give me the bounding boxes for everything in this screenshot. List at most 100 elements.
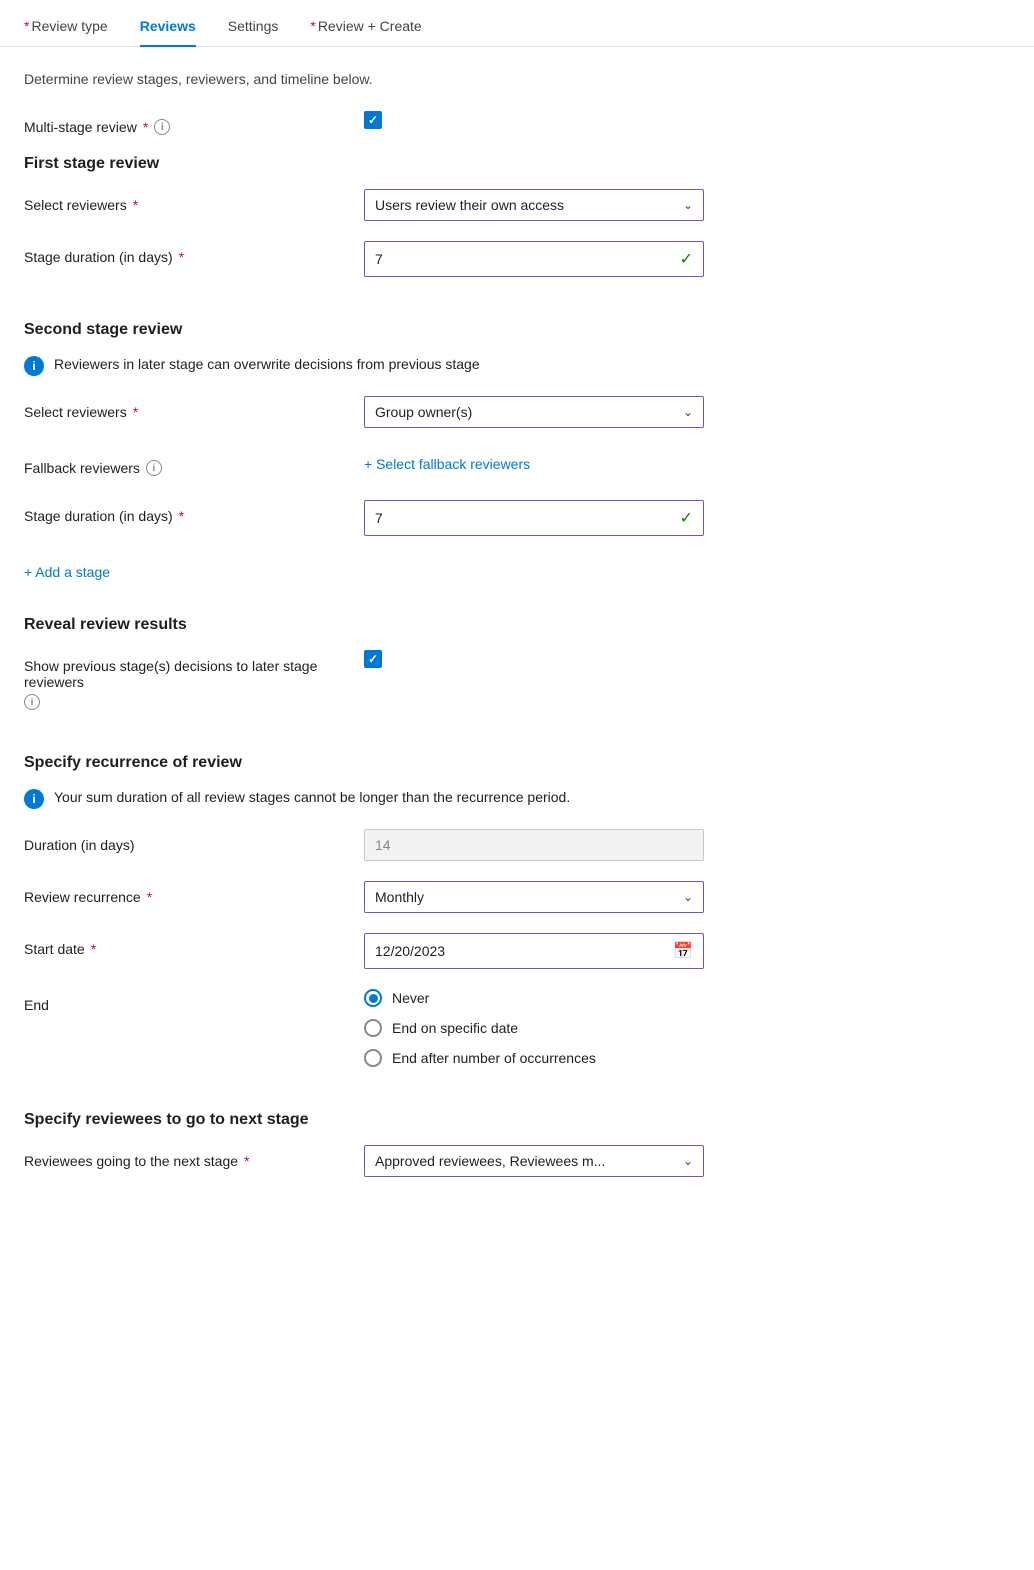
end-specific-date-option[interactable]: End on specific date [364,1019,1010,1037]
recurrence-required: * [147,889,152,905]
second-stage-duration-input[interactable]: 7 ✓ [364,500,704,536]
second-stage-duration-required: * [179,508,184,524]
second-stage-info-text: Reviewers in later stage can overwrite d… [54,355,480,375]
chevron-down-icon: ⌄ [683,198,693,212]
fallback-reviewers-label: Fallback reviewers i [24,452,364,476]
reveal-results-label: Show previous stage(s) decisions to late… [24,650,364,710]
duration-control: 14 [364,829,1010,861]
duration-input: 14 [364,829,704,861]
reviewees-section: Specify reviewees to go to next stage Re… [24,1111,1010,1177]
start-date-field[interactable] [375,943,673,959]
end-specific-date-radio[interactable] [364,1019,382,1037]
reviewees-control: Approved reviewees, Reviewees m... ⌄ [364,1145,1010,1177]
add-stage-button[interactable]: + Add a stage [24,556,110,588]
reveal-results-row: Show previous stage(s) decisions to late… [24,650,1010,710]
tab-review-type[interactable]: *Review type [24,18,108,46]
end-radio-group: Never End on specific date End after num… [364,989,1010,1067]
recurrence-label: Review recurrence * [24,881,364,905]
multistage-checkbox[interactable] [364,111,382,129]
fallback-info-icon[interactable]: i [146,460,162,476]
multistage-label: Multi-stage review * i [24,111,364,135]
reviewees-row: Reviewees going to the next stage * Appr… [24,1145,1010,1177]
second-stage-heading: Second stage review [24,321,1010,339]
first-stage-reviewers-required: * [133,197,138,213]
recurrence-info-icon: i [24,789,44,809]
fallback-reviewers-control: + Select fallback reviewers [364,448,1010,480]
reviewees-heading: Specify reviewees to go to next stage [24,1111,1010,1129]
second-stage-info-banner: i Reviewers in later stage can overwrite… [24,355,1010,376]
second-stage-reviewers-select[interactable]: Group owner(s) ⌄ [364,396,704,428]
required-star: * [24,18,29,34]
start-date-label: Start date * [24,933,364,957]
end-occurrences-label: End after number of occurrences [392,1050,596,1066]
start-date-row: Start date * 📅 [24,933,1010,969]
recurrence-section: Specify recurrence of review i Your sum … [24,754,1010,1067]
end-occurrences-option[interactable]: End after number of occurrences [364,1049,1010,1067]
recurrence-info-text: Your sum duration of all review stages c… [54,788,570,808]
end-never-label: Never [392,990,429,1006]
first-stage-duration-row: Stage duration (in days) * 7 ✓ [24,241,1010,277]
first-stage-duration-required: * [179,249,184,265]
duration-label: Duration (in days) [24,829,364,853]
reveal-results-heading: Reveal review results [24,616,1010,634]
second-stage-reviewers-required: * [133,404,138,420]
duration-row: Duration (in days) 14 [24,829,1010,861]
second-stage-duration-control: 7 ✓ [364,500,1010,536]
check-icon-2: ✓ [680,508,693,528]
first-stage-reviewers-row: Select reviewers * Users review their ow… [24,189,1010,221]
nav-tabs: *Review type Reviews Settings *Review + … [0,0,1034,47]
chevron-down-icon-3: ⌄ [683,890,693,904]
first-stage-duration-label: Stage duration (in days) * [24,241,364,265]
fallback-reviewers-row: Fallback reviewers i + Select fallback r… [24,448,1010,480]
second-stage-reviewers-control: Group owner(s) ⌄ [364,396,1010,428]
page-subtitle: Determine review stages, reviewers, and … [24,71,1010,87]
start-date-input[interactable]: 📅 [364,933,704,969]
end-row: End Never End on specific date End after… [24,989,1010,1067]
multistage-row: Multi-stage review * i [24,111,1010,135]
multistage-required-star: * [143,119,148,135]
end-options: Never End on specific date End after num… [364,989,1010,1067]
start-date-required: * [91,941,96,957]
multistage-checkbox-wrap [364,111,1010,129]
first-stage-reviewers-control: Users review their own access ⌄ [364,189,1010,221]
end-label: End [24,989,364,1013]
recurrence-select[interactable]: Monthly ⌄ [364,881,704,913]
second-stage-section: Second stage review i Reviewers in later… [24,321,1010,588]
second-stage-reviewers-row: Select reviewers * Group owner(s) ⌄ [24,396,1010,428]
recurrence-info-banner: i Your sum duration of all review stages… [24,788,1010,809]
tab-review-create[interactable]: *Review + Create [310,18,421,46]
info-circle-icon: i [24,356,44,376]
reveal-results-checkbox[interactable] [364,650,382,668]
first-stage-reviewers-select[interactable]: Users review their own access ⌄ [364,189,704,221]
reveal-results-label-text: Show previous stage(s) decisions to late… [24,658,364,690]
first-stage-reviewers-label: Select reviewers * [24,189,364,213]
end-never-option[interactable]: Never [364,989,1010,1007]
first-stage-duration-input[interactable]: 7 ✓ [364,241,704,277]
multistage-info-icon[interactable]: i [154,119,170,135]
end-never-radio[interactable] [364,989,382,1007]
reviewees-required: * [244,1153,249,1169]
chevron-down-icon-4: ⌄ [683,1154,693,1168]
reveal-results-checkbox-wrap [364,650,1010,668]
calendar-icon[interactable]: 📅 [673,941,693,961]
check-icon: ✓ [680,249,693,269]
required-star-create: * [310,18,315,34]
recurrence-row: Review recurrence * Monthly ⌄ [24,881,1010,913]
recurrence-control: Monthly ⌄ [364,881,1010,913]
second-stage-reviewers-label: Select reviewers * [24,396,364,420]
select-fallback-reviewers-button[interactable]: + Select fallback reviewers [364,448,530,480]
start-date-control: 📅 [364,933,1010,969]
second-stage-duration-row: Stage duration (in days) * 7 ✓ [24,500,1010,536]
second-stage-duration-label: Stage duration (in days) * [24,500,364,524]
tab-reviews[interactable]: Reviews [140,18,196,46]
first-stage-duration-control: 7 ✓ [364,241,1010,277]
first-stage-section: First stage review Select reviewers * Us… [24,155,1010,277]
reviewees-select[interactable]: Approved reviewees, Reviewees m... ⌄ [364,1145,704,1177]
recurrence-heading: Specify recurrence of review [24,754,1010,772]
end-specific-date-label: End on specific date [392,1020,518,1036]
end-occurrences-radio[interactable] [364,1049,382,1067]
reveal-info-icon[interactable]: i [24,694,40,710]
tab-settings[interactable]: Settings [228,18,279,46]
reviewees-label: Reviewees going to the next stage * [24,1145,364,1169]
reveal-results-section: Reveal review results Show previous stag… [24,616,1010,710]
